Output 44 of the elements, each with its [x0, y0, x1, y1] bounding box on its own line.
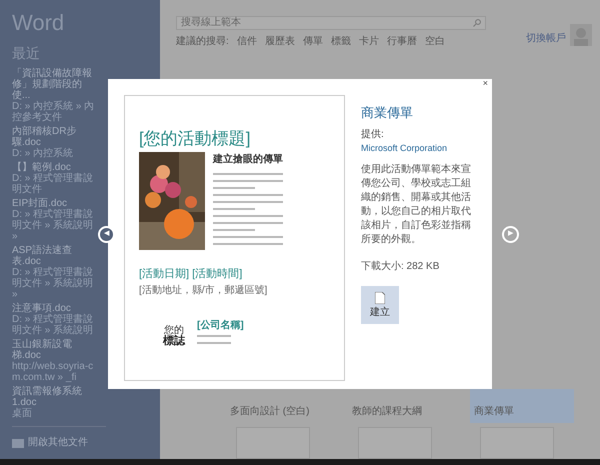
template-description: 使用此活動傳單範本來宣傳您公司、學校或志工組織的銷售、開幕或其他活動，以您自己的相片取代該相片，自訂色彩並指稱所要的外觀。: [361, 163, 472, 247]
category-link[interactable]: 空白: [424, 34, 445, 49]
recent-item[interactable]: 資訊需報修系統1.doc 桌面: [12, 386, 96, 419]
template-thumbnail[interactable]: [480, 427, 554, 459]
category-link[interactable]: 信件: [236, 34, 257, 49]
category-link[interactable]: 履歷表: [264, 34, 295, 49]
body-text-drawing: [197, 332, 231, 346]
folder-icon: [12, 438, 24, 448]
provider-label: 提供:: [361, 128, 384, 142]
logo-text: 標誌: [163, 336, 185, 346]
provider-name: Microsoft Corporation: [361, 142, 448, 155]
category-link[interactable]: 卡片: [358, 34, 379, 49]
recent-item[interactable]: 注意事項.doc D: » 程式管理書說明文件 » 系統說明: [12, 303, 96, 336]
download-size: 下載大小: 282 KB: [361, 260, 440, 274]
avatar-icon: [570, 24, 592, 46]
company-name: [公司名稱]: [197, 318, 244, 332]
search-icon: [473, 19, 481, 27]
recent-item[interactable]: ASP語法速查表.doc D: » 程式管理書說明文件 » 系統說明 »: [12, 245, 96, 300]
flyer-date: [活動日期] [活動時間]: [139, 267, 244, 282]
category-link[interactable]: 標籤: [330, 34, 351, 49]
template-card[interactable]: 商業傳單: [470, 389, 574, 423]
flyer-address: [活動地址，縣/市，郵遞區號]: [139, 284, 268, 298]
template-title: 商業傳單: [361, 104, 414, 122]
search-field[interactable]: 搜尋線上範本: [176, 16, 486, 30]
template-thumbnail[interactable]: [236, 427, 310, 459]
template-card[interactable]: 多面向設計 (空白): [226, 389, 330, 423]
recent-item[interactable]: 玉山銀新設電梯.doc http://web.soyria-cm.com.tw » _fi: [12, 339, 96, 383]
recent-item[interactable]: 【】範例.doc D: » 程式管理書說明文件: [12, 162, 96, 195]
category-link[interactable]: 行事曆: [386, 34, 417, 49]
document-icon: [375, 292, 385, 304]
template-card[interactable]: 教師的課程大綱: [348, 389, 452, 423]
recent-item[interactable]: 「資訊設備故障報修」規劃階段的使... D: » 內控系統 » 內控參考文件: [12, 68, 96, 123]
category-link[interactable]: 傳單: [302, 34, 323, 49]
recent-item[interactable]: 內部稽核DR步驟.doc D: » 內控系統: [12, 126, 96, 159]
logo-caption: 您的: [164, 326, 184, 336]
flyer-title: [您的活動標題]: [139, 130, 252, 147]
close-button[interactable]: ×: [482, 79, 488, 88]
switch-account-link[interactable]: 切換帳戶: [526, 31, 566, 46]
create-button[interactable]: 建立: [361, 286, 399, 324]
flyer-subtitle: 建立搶眼的傳單: [213, 152, 283, 167]
suggest-label: 建議的搜尋:: [176, 34, 229, 49]
template-thumbnail[interactable]: [358, 427, 432, 459]
recent-item[interactable]: EIP封面.doc D: » 程式管理書說明文件 » 系統說明 »: [12, 198, 96, 242]
open-other-link[interactable]: 開啟其他文件: [28, 435, 88, 450]
